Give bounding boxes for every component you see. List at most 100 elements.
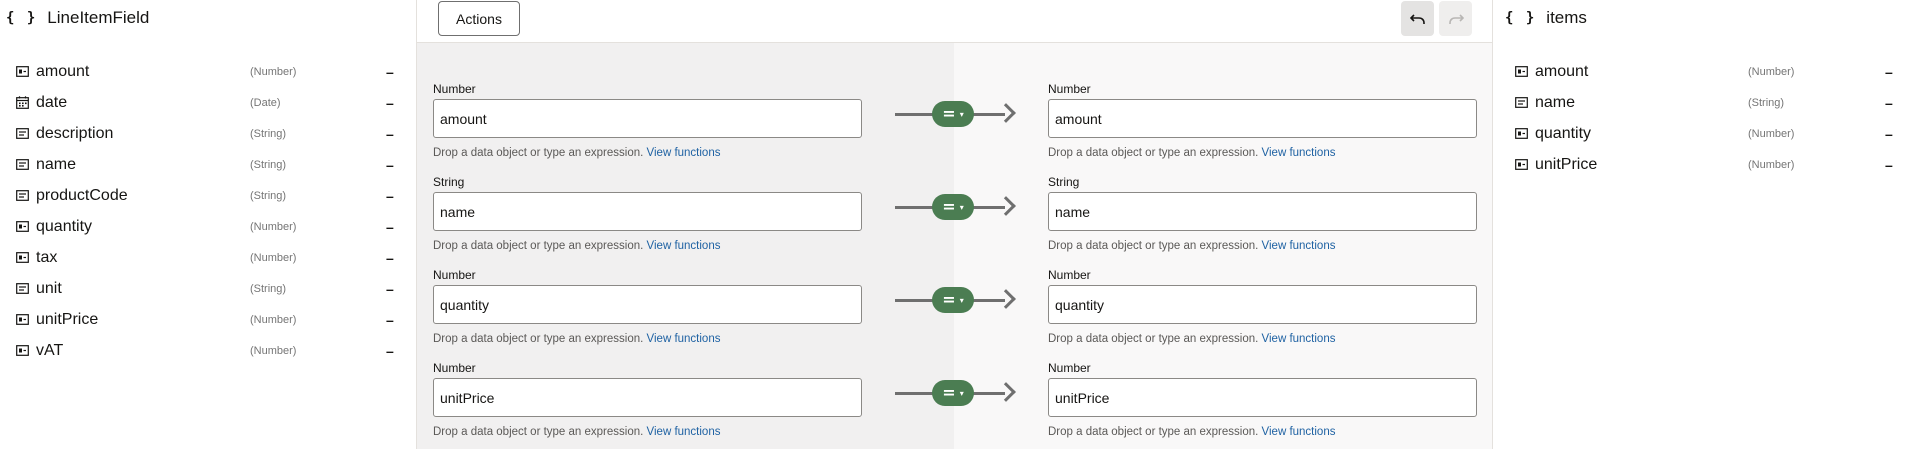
number-field-icon <box>15 65 29 79</box>
view-functions-link[interactable]: View functions <box>1262 240 1336 252</box>
collapse-dash-icon[interactable]: – <box>1885 64 1893 80</box>
field-row-vAT[interactable]: vAT (Number) – <box>0 335 416 366</box>
field-name: name <box>1535 93 1576 111</box>
target-field-list: amount (Number) – name (String) – quantity (Num… <box>1493 56 1912 180</box>
helper-text: Drop a data object or type an expression… <box>1048 333 1259 345</box>
source-expression-input[interactable]: amount <box>433 99 862 138</box>
source-expression-input[interactable]: unitPrice <box>433 378 862 417</box>
collapse-dash-icon[interactable]: – <box>386 219 394 235</box>
field-row-quantity[interactable]: quantity (Number) – <box>1493 118 1912 149</box>
field-type: (String) <box>250 127 287 140</box>
collapse-dash-icon[interactable]: – <box>386 281 394 297</box>
collapse-dash-icon[interactable]: – <box>386 64 394 80</box>
view-functions-link[interactable]: View functions <box>647 426 721 438</box>
field-name: unitPrice <box>36 310 99 328</box>
collapse-dash-icon[interactable]: – <box>386 250 394 266</box>
collapse-dash-icon[interactable]: – <box>386 95 394 111</box>
string-field-icon <box>1514 96 1528 110</box>
calendar-icon <box>15 96 29 110</box>
collapse-dash-icon[interactable]: – <box>1885 95 1893 111</box>
target-type-label: Number <box>1048 268 1091 282</box>
mapping-canvas: Actions Number amount Drop a data object o… <box>417 0 1492 449</box>
undo-button[interactable] <box>1401 1 1434 36</box>
source-helper-text: Drop a data object or type an expression… <box>433 240 720 252</box>
view-functions-link[interactable]: View functions <box>1262 333 1336 345</box>
redo-icon <box>1448 13 1464 24</box>
helper-text: Drop a data object or type an expression… <box>433 147 644 159</box>
target-expression-input[interactable]: name <box>1048 192 1477 231</box>
source-expression-input[interactable]: name <box>433 192 862 231</box>
helper-text: Drop a data object or type an expression… <box>1048 240 1259 252</box>
helper-text: Drop a data object or type an expression… <box>433 240 644 252</box>
field-row-quantity[interactable]: quantity (Number) – <box>0 211 416 242</box>
field-row-amount[interactable]: amount (Number) – <box>1493 56 1912 87</box>
redo-button[interactable] <box>1439 1 1472 36</box>
helper-text: Drop a data object or type an expression… <box>433 333 644 345</box>
field-row-date[interactable]: date (Date) – <box>0 87 416 118</box>
field-type: (Number) <box>250 344 297 357</box>
operator-dropdown[interactable]: = ▾ <box>932 380 974 406</box>
number-field-icon <box>1514 127 1528 141</box>
chevron-down-icon: ▾ <box>959 295 964 305</box>
arrow-right-icon <box>996 196 1016 216</box>
field-name: amount <box>1535 62 1589 80</box>
field-row-description[interactable]: description (String) – <box>0 118 416 149</box>
collapse-dash-icon[interactable]: – <box>1885 126 1893 142</box>
field-name: unitPrice <box>1535 155 1598 173</box>
field-type: (Number) <box>250 313 297 326</box>
field-row-name[interactable]: name (String) – <box>1493 87 1912 118</box>
collapse-dash-icon[interactable]: – <box>386 126 394 142</box>
field-row-amount[interactable]: amount (Number) – <box>0 56 416 87</box>
view-functions-link[interactable]: View functions <box>647 333 721 345</box>
collapse-dash-icon[interactable]: – <box>1885 157 1893 173</box>
mapping-row: String name Drop a data object or type an … <box>417 172 1492 265</box>
target-type-label: Number <box>1048 361 1091 375</box>
field-name: productCode <box>36 186 128 204</box>
field-row-unitPrice[interactable]: unitPrice (Number) – <box>0 304 416 335</box>
collapse-dash-icon[interactable]: – <box>386 312 394 328</box>
field-row-name[interactable]: name (String) – <box>0 149 416 180</box>
mapping-row: Number amount Drop a data object or type a… <box>417 79 1492 172</box>
view-functions-link[interactable]: View functions <box>647 240 721 252</box>
collapse-dash-icon[interactable]: – <box>386 157 394 173</box>
field-type: (Number) <box>1748 65 1795 78</box>
chevron-down-icon: ▾ <box>959 388 964 398</box>
view-functions-link[interactable]: View functions <box>1262 426 1336 438</box>
target-expression-input[interactable]: unitPrice <box>1048 378 1477 417</box>
equals-icon: = <box>942 383 956 402</box>
field-row-tax[interactable]: tax (Number) – <box>0 242 416 273</box>
arrow-right-icon <box>996 103 1016 123</box>
string-field-icon <box>15 158 29 172</box>
field-type: (Date) <box>250 96 281 109</box>
target-expression-input[interactable]: quantity <box>1048 285 1477 324</box>
chevron-down-icon: ▾ <box>959 109 964 119</box>
view-functions-link[interactable]: View functions <box>1262 147 1336 159</box>
source-expression-input[interactable]: quantity <box>433 285 862 324</box>
object-braces-icon: { } <box>6 10 38 26</box>
mapping-row: Number unitPrice Drop a data object or typ… <box>417 358 1492 449</box>
field-type: (Number) <box>1748 158 1795 171</box>
mapping-row: Number quantity Drop a data object or type… <box>417 265 1492 358</box>
source-type-label: String <box>433 175 465 189</box>
field-row-unitPrice[interactable]: unitPrice (Number) – <box>1493 149 1912 180</box>
source-helper-text: Drop a data object or type an expression… <box>433 426 720 438</box>
actions-button[interactable]: Actions <box>438 1 520 36</box>
collapse-dash-icon[interactable]: – <box>386 343 394 359</box>
collapse-dash-icon[interactable]: – <box>386 188 394 204</box>
field-row-unit[interactable]: unit (String) – <box>0 273 416 304</box>
arrow-right-icon <box>996 289 1016 309</box>
view-functions-link[interactable]: View functions <box>647 147 721 159</box>
target-panel: { } items amount (Number) – name (String) – qu… <box>1492 0 1912 449</box>
source-type-label: Number <box>433 82 476 96</box>
target-expression-input[interactable]: amount <box>1048 99 1477 138</box>
number-field-icon <box>1514 158 1528 172</box>
field-name: tax <box>36 248 58 266</box>
target-helper-text: Drop a data object or type an expression… <box>1048 240 1335 252</box>
operator-dropdown[interactable]: = ▾ <box>932 287 974 313</box>
field-type: (String) <box>250 189 287 202</box>
operator-dropdown[interactable]: = ▾ <box>932 194 974 220</box>
operator-dropdown[interactable]: = ▾ <box>932 101 974 127</box>
arrow-right-icon <box>996 382 1016 402</box>
field-row-productCode[interactable]: productCode (String) – <box>0 180 416 211</box>
field-name: unit <box>36 279 62 297</box>
